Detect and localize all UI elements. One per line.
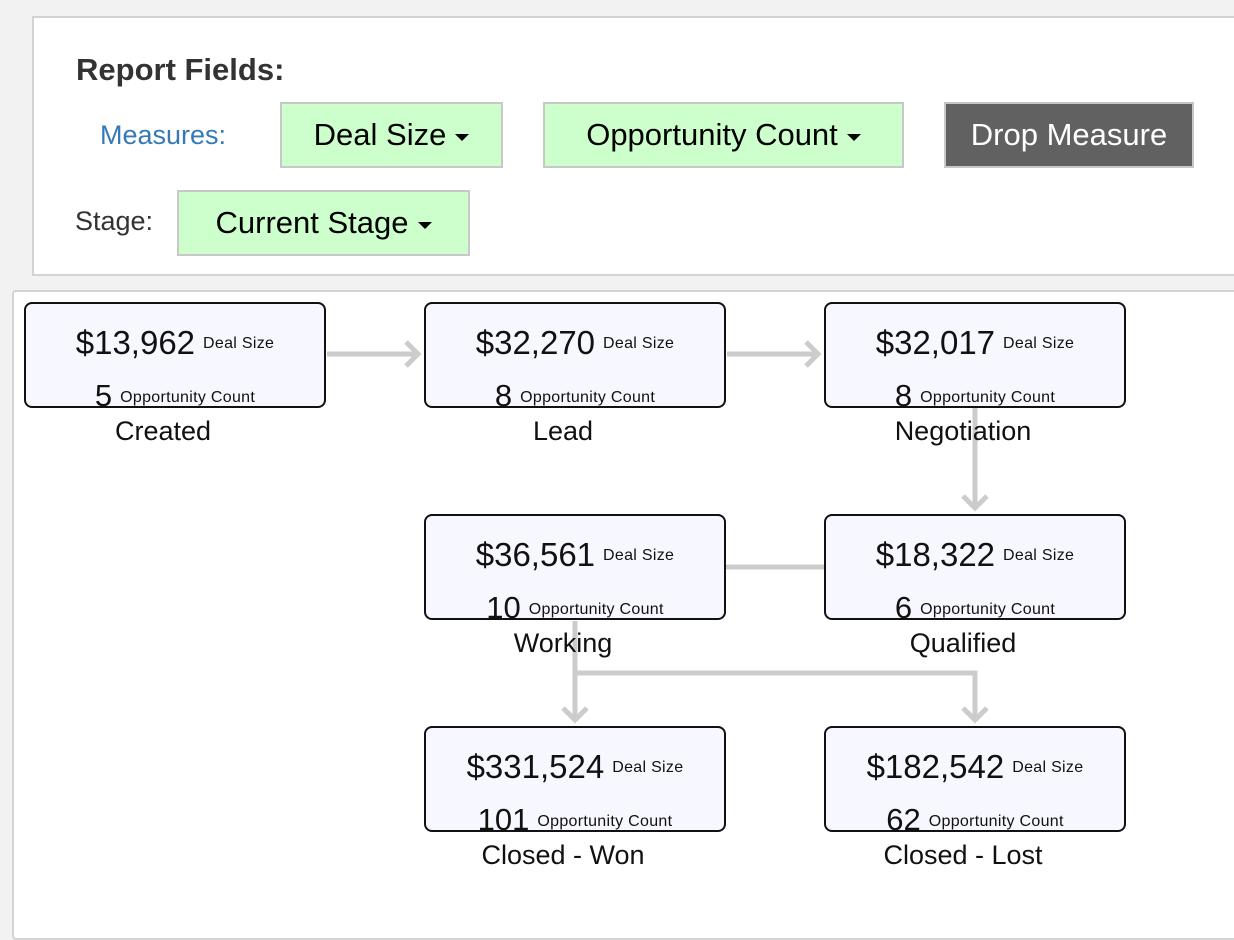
opportunity-count-value: 6 [894,590,913,625]
opportunity-count-measure-label: Opportunity Count [586,117,838,152]
deal-size-caption: Deal Size [603,335,675,352]
deal-size-value: $32,270 [475,324,596,361]
drop-measure-button[interactable]: Drop Measure [944,102,1194,168]
current-stage-label: Current Stage [215,205,409,240]
stage-node-lead[interactable]: $32,270 Deal Size 8 Opportunity Count [424,302,726,413]
deal-size-caption: Deal Size [1003,335,1075,352]
opportunity-count-caption: Opportunity Count [920,389,1056,406]
opportunity-count-value: 10 [486,590,521,625]
stage-node-working[interactable]: $36,561 Deal Size 10 Opportunity Count [424,514,726,625]
opportunity-count-caption: Opportunity Count [537,813,673,830]
report-fields-panel: Report Fields: Measures: Deal Size Oppor… [32,16,1234,276]
opportunity-count-value: 101 [477,802,530,837]
opportunity-count-caption: Opportunity Count [520,389,656,406]
deal-size-value: $36,561 [475,536,596,573]
deal-size-measure-label: Deal Size [313,117,447,152]
measures-label: Measures: [100,120,227,150]
stage-node-closed-won[interactable]: $331,524 Deal Size 101 Opportunity Count [424,726,726,837]
caret-down-icon [417,221,432,229]
deal-size-caption: Deal Size [603,547,675,564]
stage-label-created: Created [114,416,212,446]
stage-node-qualified[interactable]: $18,322 Deal Size 6 Opportunity Count [824,514,1126,625]
stage-label-lead: Lead [532,416,594,446]
opportunity-count-value: 8 [494,378,513,413]
deal-size-caption: Deal Size [1003,547,1075,564]
stage-label-closed-won: Closed - Won [481,840,645,870]
deal-size-value: $331,524 [466,748,605,785]
stage-label-closed-lost: Closed - Lost [883,840,1043,870]
stage-label-negotiation: Negotiation [894,416,1032,446]
current-stage-dropdown[interactable]: Current Stage [177,190,470,256]
deal-size-value: $32,017 [875,324,996,361]
opportunity-count-caption: Opportunity Count [928,813,1064,830]
stage-label: Stage: [75,206,154,236]
report-fields-title: Report Fields: [76,52,285,87]
deal-size-value: $182,542 [866,748,1005,785]
opportunity-count-value: 8 [894,378,913,413]
caret-down-icon [455,133,470,141]
deal-size-caption: Deal Size [1012,759,1084,776]
stage-node-negotiation[interactable]: $32,017 Deal Size 8 Opportunity Count [824,302,1126,413]
deal-size-measure-dropdown[interactable]: Deal Size [280,102,503,168]
opportunity-count-caption: Opportunity Count [920,601,1056,618]
deal-size-value: $13,962 [75,324,196,361]
deal-size-caption: Deal Size [612,759,684,776]
opportunity-count-caption: Opportunity Count [120,389,256,406]
stage-label-qualified: Qualified [909,628,1017,658]
stage-node-closed-lost[interactable]: $182,542 Deal Size 62 Opportunity Count [824,726,1126,837]
opportunity-count-value: 62 [886,802,921,837]
stage-label-working: Working [513,628,613,658]
opportunity-count-measure-dropdown[interactable]: Opportunity Count [543,102,904,168]
stage-node-created[interactable]: $13,962 Deal Size 5 Opportunity Count [24,302,326,413]
opportunity-count-caption: Opportunity Count [528,601,664,618]
deal-size-value: $18,322 [875,536,996,573]
opportunity-count-value: 5 [94,378,113,413]
caret-down-icon [846,133,861,141]
deal-size-caption: Deal Size [203,335,275,352]
